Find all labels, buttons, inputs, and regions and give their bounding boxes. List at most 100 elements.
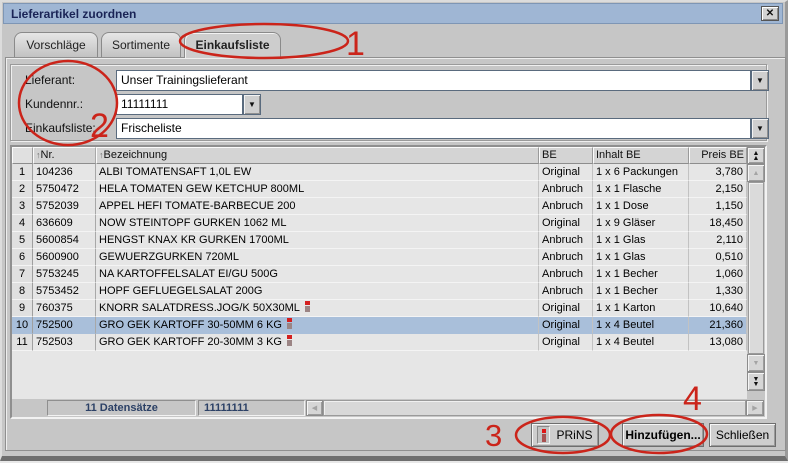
lieferant-combobox[interactable]: Unser Trainingslieferant [116, 70, 751, 91]
table-row[interactable]: 75753245NA KARTOFFELSALAT EI/GU 500GAnbr… [12, 266, 747, 283]
chevron-down-icon: ▼ [248, 100, 256, 109]
record-count: 11 Datensätze [47, 400, 196, 416]
header-bezeichnung[interactable]: ↑Bezeichnung [96, 147, 539, 164]
cell-text: 5753452 [36, 285, 79, 297]
cell-preis: 1,060 [689, 266, 747, 283]
cell-text: 1,330 [715, 285, 743, 297]
cell-be: Original [539, 334, 593, 351]
cell-text: 5750472 [36, 183, 79, 195]
scroll-left-button[interactable]: ◀ [306, 400, 323, 416]
cell-inhalt: 1 x 1 Glas [593, 232, 689, 249]
cell-nr: 5750472 [33, 181, 96, 198]
header-be[interactable]: BE [539, 147, 593, 164]
cell-inhalt: 1 x 6 Packungen [593, 164, 689, 181]
cell-nr: 5752039 [33, 198, 96, 215]
cell-text: 1 x 1 Becher [596, 268, 658, 280]
prins-info-icon [537, 426, 550, 444]
table-row[interactable]: 10752500GRO GEK KARTOFF 30-50MM 6 KGOrig… [12, 317, 747, 334]
cell-bezeichnung: HOPF GEFLUEGELSALAT 200G [96, 283, 539, 300]
cell-text: 2,150 [715, 183, 743, 195]
cell-be: Anbruch [539, 198, 593, 215]
cell-be: Original [539, 300, 593, 317]
cell-num: 2 [12, 181, 33, 198]
schliessen-button[interactable]: Schließen [709, 423, 776, 447]
cell-num: 6 [12, 249, 33, 266]
scrollbar-track[interactable] [747, 182, 765, 354]
scroll-down-button[interactable]: ▼ [747, 354, 765, 372]
header-preis-be[interactable]: Preis BE [689, 147, 747, 164]
table-row[interactable]: 55600854 HENGST KNAX KR GURKEN 1700MLAnbr… [12, 232, 747, 249]
cell-num: 10 [12, 317, 33, 334]
kundennr-dropdown-button[interactable]: ▼ [243, 94, 261, 115]
table-row[interactable]: 4636609NOW STEINTOPF GURKEN 1062 MLOrigi… [12, 215, 747, 232]
table-row[interactable]: 1104236ALBI TOMATENSAFT 1,0L EWOriginal1… [12, 164, 747, 181]
scroll-right-button[interactable]: ▶ [746, 400, 764, 416]
tab-vorschlaege[interactable]: Vorschläge [14, 32, 98, 57]
kundennr-label: Kundennr.: [25, 94, 83, 115]
cell-text: 21,360 [709, 319, 743, 331]
cell-nr: 5753245 [33, 266, 96, 283]
cell-bezeichnung: HENGST KNAX KR GURKEN 1700ML [96, 232, 539, 249]
tab-einkaufsliste[interactable]: Einkaufsliste [184, 32, 281, 58]
cell-text: 18,450 [709, 217, 743, 229]
scroll-to-bottom-button[interactable]: ▼ ▼ [747, 372, 765, 391]
cell-text: 1 x 1 Glas [596, 234, 646, 246]
einkaufsliste-combobox[interactable]: Frischeliste [116, 118, 751, 139]
einkaufsliste-dropdown-button[interactable]: ▼ [751, 118, 769, 139]
cell-text: 5753245 [36, 268, 79, 280]
hinzufuegen-button[interactable]: Hinzufügen... [622, 423, 704, 447]
cell-nr: 5600900 [33, 249, 96, 266]
cell-text: 1 x 6 Packungen [596, 166, 678, 178]
table-row[interactable]: 9760375KNORR SALATDRESS.JOG/K 50X30MLOri… [12, 300, 747, 317]
cell-nr: 636609 [33, 215, 96, 232]
filter-form: Lieferant: Kundennr.: Einkaufsliste: Uns… [10, 64, 767, 141]
table-row[interactable]: 11 752503 GRO GEK KARTOFF 20-30MM 3 KGOrig… [12, 334, 747, 351]
cell-text: 752503 [36, 336, 73, 348]
cell-bezeichnung: APPEL HEFI TOMATE-BARBECUE 200 [96, 198, 539, 215]
cell-bezeichnung: GRO GEK KARTOFF 20-30MM 3 KG [96, 334, 539, 351]
cell-text: GRO GEK KARTOFF 30-50MM 6 KG [99, 319, 282, 331]
cell-inhalt: 1 x 1 Becher [593, 283, 689, 300]
header-label: Bezeichnung [104, 149, 168, 161]
cell-text: 11 [16, 336, 27, 348]
cell-text: 1 x 1 Becher [596, 285, 658, 297]
cell-bezeichnung: HELA TOMATEN GEW KETCHUP 800ML [96, 181, 539, 198]
scroll-to-top-button[interactable]: ▲ ▲ [747, 147, 765, 164]
lieferant-dropdown-button[interactable]: ▼ [751, 70, 769, 91]
cell-text: 10 [16, 319, 28, 331]
vertical-scrollbar[interactable]: ▲ ▲ ▲ ▼ ▼ ▼ [747, 147, 765, 399]
prins-button[interactable]: PRiNS [531, 423, 599, 447]
title-bar[interactable]: Lieferartikel zuordnen ✕ [3, 3, 783, 24]
cell-text: 5600854 [36, 234, 79, 246]
kundennr-combobox[interactable]: 11111111 [116, 94, 243, 115]
cell-text: Original [542, 319, 580, 331]
cell-text: 3 [19, 200, 25, 212]
table-row[interactable]: 3 5752039APPEL HEFI TOMATE-BARBECUE 200An… [12, 198, 747, 215]
tab-sortimente[interactable]: Sortimente [101, 32, 181, 57]
cell-nr: 752503 [33, 334, 96, 351]
cell-inhalt: 1 x 1 Becher [593, 266, 689, 283]
cell-num: 11 [12, 334, 33, 351]
header-inhalt-be[interactable]: Inhalt BE [593, 147, 689, 164]
header-label: Preis BE [701, 149, 744, 161]
cell-num: 5 [12, 232, 33, 249]
prins-button-label: PRiNS [556, 428, 592, 442]
cell-nr: 760375 [33, 300, 96, 317]
table-row[interactable]: 25750472HELA TOMATEN GEW KETCHUP 800MLAn… [12, 181, 747, 198]
table-row[interactable]: 85753452HOPF GEFLUEGELSALAT 200GAnbruch1… [12, 283, 747, 300]
cell-be: Anbruch [539, 283, 593, 300]
header-nr[interactable]: ↑Nr. [33, 147, 96, 164]
cell-preis: 18,450 [689, 215, 747, 232]
cell-text: 5600900 [36, 251, 79, 263]
hscrollbar-track[interactable] [323, 400, 746, 416]
cell-text: 2,110 [716, 234, 743, 246]
close-button[interactable]: ✕ [761, 6, 779, 21]
scroll-up-button[interactable]: ▲ [747, 164, 765, 182]
cell-nr: 5753452 [33, 283, 96, 300]
header-rownum[interactable] [12, 147, 33, 164]
cell-preis: 13,080 [689, 334, 747, 351]
table-row[interactable]: 65600900GEWUERZGURKEN 720MLAnbruch1 x 1 … [12, 249, 747, 266]
scrollbar-thumb[interactable] [748, 182, 764, 354]
cell-text: 1 x 1 Dose [596, 200, 649, 212]
cell-be: Anbruch [539, 232, 593, 249]
